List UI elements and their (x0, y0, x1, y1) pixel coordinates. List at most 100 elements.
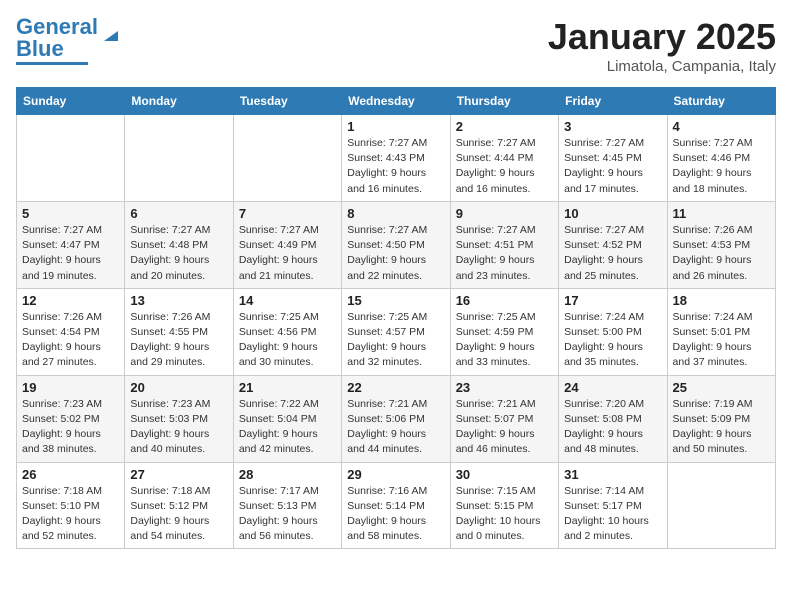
day-number: 22 (347, 380, 444, 395)
day-info: Sunrise: 7:18 AM Sunset: 5:10 PM Dayligh… (22, 484, 119, 545)
day-number: 11 (673, 206, 770, 221)
calendar-cell: 24 Sunrise: 7:20 AM Sunset: 5:08 PM Dayli… (559, 375, 667, 462)
calendar-table: SundayMondayTuesdayWednesdayThursdayFrid… (16, 87, 776, 549)
calendar-cell: 2Sunrise: 7:27 AM Sunset: 4:44 PM Daylig… (450, 115, 558, 202)
weekday-header-friday: Friday (559, 88, 667, 115)
calendar-cell: 7Sunrise: 7:27 AM Sunset: 4:49 PM Daylig… (233, 201, 341, 288)
calendar-cell: 23Sunrise: 7:21 AM Sunset: 5:07 PM Dayli… (450, 375, 558, 462)
logo-icon (100, 23, 122, 45)
day-number: 20 (130, 380, 227, 395)
day-info: Sunrise: 7:18 AM Sunset: 5:12 PM Dayligh… (130, 484, 227, 545)
day-info: Sunrise: 7:24 AM Sunset: 5:00 PM Dayligh… (564, 310, 661, 371)
day-info: Sunrise: 7:20 AM Sunset: 5:08 PM Dayligh… (564, 397, 661, 458)
weekday-header-monday: Monday (125, 88, 233, 115)
day-info: Sunrise: 7:15 AM Sunset: 5:15 PM Dayligh… (456, 484, 553, 545)
calendar-cell (233, 115, 341, 202)
calendar-cell: 6Sunrise: 7:27 AM Sunset: 4:48 PM Daylig… (125, 201, 233, 288)
day-number: 29 (347, 467, 444, 482)
calendar-week-2: 5Sunrise: 7:27 AM Sunset: 4:47 PM Daylig… (17, 201, 776, 288)
day-info: Sunrise: 7:27 AM Sunset: 4:43 PM Dayligh… (347, 136, 444, 197)
calendar-cell (125, 115, 233, 202)
weekday-header-sunday: Sunday (17, 88, 125, 115)
day-number: 4 (673, 119, 770, 134)
calendar-week-1: 1 Sunrise: 7:27 AM Sunset: 4:43 PM Daylig… (17, 115, 776, 202)
day-number: 1 (347, 119, 444, 134)
calendar-cell: 15Sunrise: 7:25 AM Sunset: 4:57 PM Dayli… (342, 288, 450, 375)
day-number: 28 (239, 467, 336, 482)
calendar-cell: 29Sunrise: 7:16 AM Sunset: 5:14 PM Dayli… (342, 462, 450, 549)
page-header: GeneralBlue January 2025 Limatola, Campa… (16, 16, 776, 75)
weekday-header-tuesday: Tuesday (233, 88, 341, 115)
calendar-cell: 25 Sunrise: 7:19 AM Sunset: 5:09 PM Dayli… (667, 375, 775, 462)
calendar-header-row: SundayMondayTuesdayWednesdayThursdayFrid… (17, 88, 776, 115)
logo: GeneralBlue (16, 16, 122, 65)
calendar-cell (667, 462, 775, 549)
day-number: 19 (22, 380, 119, 395)
calendar-cell: 18 Sunrise: 7:24 AM Sunset: 5:01 PM Dayli… (667, 288, 775, 375)
calendar-cell: 13 Sunrise: 7:26 AM Sunset: 4:55 PM Dayli… (125, 288, 233, 375)
day-number: 3 (564, 119, 661, 134)
calendar-week-4: 19 Sunrise: 7:23 AM Sunset: 5:02 PM Dayli… (17, 375, 776, 462)
calendar-cell: 3 Sunrise: 7:27 AM Sunset: 4:45 PM Daylig… (559, 115, 667, 202)
day-info: Sunrise: 7:27 AM Sunset: 4:52 PM Dayligh… (564, 223, 661, 284)
calendar-cell: 8Sunrise: 7:27 AM Sunset: 4:50 PM Daylig… (342, 201, 450, 288)
day-number: 5 (22, 206, 119, 221)
day-info: Sunrise: 7:19 AM Sunset: 5:09 PM Dayligh… (673, 397, 770, 458)
day-number: 6 (130, 206, 227, 221)
day-number: 2 (456, 119, 553, 134)
day-number: 25 (673, 380, 770, 395)
calendar-cell: 17 Sunrise: 7:24 AM Sunset: 5:00 PM Dayli… (559, 288, 667, 375)
weekday-header-wednesday: Wednesday (342, 88, 450, 115)
day-number: 26 (22, 467, 119, 482)
calendar-cell: 14Sunrise: 7:25 AM Sunset: 4:56 PM Dayli… (233, 288, 341, 375)
day-number: 14 (239, 293, 336, 308)
day-number: 31 (564, 467, 661, 482)
day-number: 18 (673, 293, 770, 308)
calendar-cell: 12 Sunrise: 7:26 AM Sunset: 4:54 PM Dayli… (17, 288, 125, 375)
month-title: January 2025 (548, 16, 776, 58)
day-info: Sunrise: 7:17 AM Sunset: 5:13 PM Dayligh… (239, 484, 336, 545)
day-number: 30 (456, 467, 553, 482)
day-number: 9 (456, 206, 553, 221)
calendar-cell (17, 115, 125, 202)
day-info: Sunrise: 7:14 AM Sunset: 5:17 PM Dayligh… (564, 484, 661, 545)
day-number: 8 (347, 206, 444, 221)
day-info: Sunrise: 7:21 AM Sunset: 5:06 PM Dayligh… (347, 397, 444, 458)
day-number: 24 (564, 380, 661, 395)
calendar-cell: 26 Sunrise: 7:18 AM Sunset: 5:10 PM Dayli… (17, 462, 125, 549)
day-info: Sunrise: 7:25 AM Sunset: 4:57 PM Dayligh… (347, 310, 444, 371)
day-info: Sunrise: 7:26 AM Sunset: 4:54 PM Dayligh… (22, 310, 119, 371)
calendar-cell: 1 Sunrise: 7:27 AM Sunset: 4:43 PM Daylig… (342, 115, 450, 202)
calendar-cell: 21Sunrise: 7:22 AM Sunset: 5:04 PM Dayli… (233, 375, 341, 462)
day-info: Sunrise: 7:27 AM Sunset: 4:46 PM Dayligh… (673, 136, 770, 197)
logo-underline (16, 62, 88, 65)
calendar-cell: 9 Sunrise: 7:27 AM Sunset: 4:51 PM Daylig… (450, 201, 558, 288)
day-info: Sunrise: 7:27 AM Sunset: 4:45 PM Dayligh… (564, 136, 661, 197)
calendar-week-3: 12 Sunrise: 7:26 AM Sunset: 4:54 PM Dayli… (17, 288, 776, 375)
calendar-cell: 20 Sunrise: 7:23 AM Sunset: 5:03 PM Dayli… (125, 375, 233, 462)
day-number: 13 (130, 293, 227, 308)
calendar-cell: 31 Sunrise: 7:14 AM Sunset: 5:17 PM Dayli… (559, 462, 667, 549)
day-number: 7 (239, 206, 336, 221)
day-number: 12 (22, 293, 119, 308)
calendar-cell: 28 Sunrise: 7:17 AM Sunset: 5:13 PM Dayli… (233, 462, 341, 549)
day-info: Sunrise: 7:26 AM Sunset: 4:53 PM Dayligh… (673, 223, 770, 284)
location-subtitle: Limatola, Campania, Italy (548, 58, 776, 75)
day-info: Sunrise: 7:25 AM Sunset: 4:59 PM Dayligh… (456, 310, 553, 371)
calendar-cell: 30 Sunrise: 7:15 AM Sunset: 5:15 PM Dayli… (450, 462, 558, 549)
calendar-cell: 10 Sunrise: 7:27 AM Sunset: 4:52 PM Dayli… (559, 201, 667, 288)
day-number: 10 (564, 206, 661, 221)
weekday-header-saturday: Saturday (667, 88, 775, 115)
calendar-cell: 4 Sunrise: 7:27 AM Sunset: 4:46 PM Daylig… (667, 115, 775, 202)
calendar-cell: 11 Sunrise: 7:26 AM Sunset: 4:53 PM Dayli… (667, 201, 775, 288)
day-info: Sunrise: 7:23 AM Sunset: 5:03 PM Dayligh… (130, 397, 227, 458)
day-number: 17 (564, 293, 661, 308)
calendar-cell: 27Sunrise: 7:18 AM Sunset: 5:12 PM Dayli… (125, 462, 233, 549)
day-info: Sunrise: 7:27 AM Sunset: 4:51 PM Dayligh… (456, 223, 553, 284)
title-block: January 2025 Limatola, Campania, Italy (548, 16, 776, 75)
day-info: Sunrise: 7:24 AM Sunset: 5:01 PM Dayligh… (673, 310, 770, 371)
calendar-cell: 5Sunrise: 7:27 AM Sunset: 4:47 PM Daylig… (17, 201, 125, 288)
calendar-cell: 16Sunrise: 7:25 AM Sunset: 4:59 PM Dayli… (450, 288, 558, 375)
day-info: Sunrise: 7:26 AM Sunset: 4:55 PM Dayligh… (130, 310, 227, 371)
day-info: Sunrise: 7:23 AM Sunset: 5:02 PM Dayligh… (22, 397, 119, 458)
